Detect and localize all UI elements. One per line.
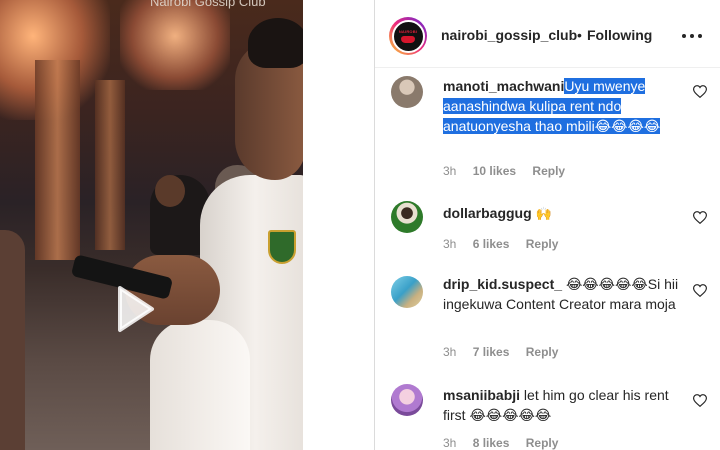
comment-username[interactable]: drip_kid.suspect_ [443, 276, 562, 292]
account-avatar[interactable]: NAIROBI [389, 17, 427, 55]
comment-likes[interactable]: 7 likes [473, 345, 510, 359]
more-icon [698, 34, 702, 38]
play-icon [118, 286, 154, 332]
avatar[interactable] [391, 201, 423, 233]
comment-username[interactable]: dollarbaggug [443, 205, 532, 221]
curtain [95, 80, 125, 250]
heart-icon[interactable] [693, 85, 707, 98]
avatar-logo: NAIROBI [391, 19, 425, 53]
comment-meta: 3h 7 likes Reply [443, 345, 571, 359]
comment-body: 🙌 [535, 207, 552, 222]
comment-text: manoti_machwaniUyu mwenye aanashindwa ku… [443, 76, 688, 136]
comment-time: 3h [443, 237, 457, 251]
reply-button[interactable]: Reply [526, 345, 559, 359]
heart-icon[interactable] [693, 394, 707, 407]
separator-dot: • [577, 27, 582, 43]
avatar-logo-text: NAIROBI [398, 29, 418, 34]
comment-text: dollarbaggug 🙌 [443, 203, 688, 225]
comment-username[interactable]: manoti_machwani [443, 78, 564, 94]
more-icon [682, 34, 686, 38]
comment-likes[interactable]: 10 likes [473, 164, 516, 178]
comment-meta: 3h 8 likes Reply [443, 436, 571, 450]
man-legs [150, 320, 250, 450]
man-hair [248, 18, 303, 68]
comment-likes[interactable]: 6 likes [473, 237, 510, 251]
background-person-head [155, 175, 185, 207]
comment-username[interactable]: msaniibabji [443, 387, 520, 403]
avatar[interactable] [391, 384, 423, 416]
comment-time: 3h [443, 345, 457, 359]
comment-meta: 3h 6 likes Reply [443, 237, 571, 251]
comment-text: msaniibabji let him go clear his rent fi… [443, 385, 688, 425]
comment-time: 3h [443, 436, 457, 450]
more-options-button[interactable] [682, 28, 702, 44]
comment-meta: 3h 10 likes Reply [443, 164, 578, 178]
background-person [0, 230, 25, 450]
reply-button[interactable]: Reply [526, 436, 559, 450]
stage-light [120, 0, 230, 90]
avatar[interactable] [391, 76, 423, 108]
more-icon [690, 34, 694, 38]
account-username[interactable]: nairobi_gossip_club [441, 27, 577, 43]
comment-time: 3h [443, 164, 457, 178]
lips-icon [401, 36, 415, 43]
reply-button[interactable]: Reply [532, 164, 565, 178]
comment-likes[interactable]: 8 likes [473, 436, 510, 450]
comment-text: drip_kid.suspect_ 😂😂😂😂😂Si hii ingekuwa C… [443, 274, 688, 314]
reply-button[interactable]: Reply [526, 237, 559, 251]
curtain [35, 60, 80, 260]
play-button[interactable] [102, 278, 164, 340]
heart-icon[interactable] [693, 284, 707, 297]
avatar[interactable] [391, 276, 423, 308]
heart-icon[interactable] [693, 211, 707, 224]
spacer [303, 0, 375, 450]
shirt-badge [268, 230, 296, 264]
video-caption: Nairobi Gossip Club [150, 0, 266, 9]
following-button[interactable]: Following [587, 27, 652, 43]
video-player[interactable]: Nairobi Gossip Club [0, 0, 303, 450]
